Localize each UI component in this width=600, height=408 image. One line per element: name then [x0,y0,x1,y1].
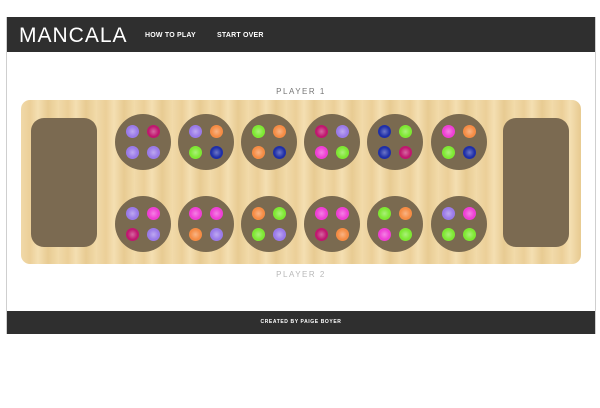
stone-pink [442,125,455,138]
stone-pink [378,228,391,241]
stone-magenta [126,228,139,241]
stone-green [378,207,391,220]
stone-orange [463,125,476,138]
header-bar: MANCALA HOW TO PLAY START OVER [7,17,595,52]
stone-magenta [315,125,328,138]
stone-pink [336,207,349,220]
pit-bottom-5[interactable] [367,196,423,252]
stone-purple [273,228,286,241]
stone-green [442,146,455,159]
stone-pink [189,207,202,220]
stone-navy [378,146,391,159]
stone-pink [315,146,328,159]
player-1-label: PLAYER 1 [276,87,326,96]
game-window: MANCALA HOW TO PLAY START OVER PLAYER 1 … [6,17,596,334]
stone-purple [336,125,349,138]
stone-purple [126,207,139,220]
footer-bar: CREATED BY PAIGE BOYER [7,311,595,334]
mancala-board [21,100,581,264]
stone-green [399,228,412,241]
pit-bottom-3[interactable] [241,196,297,252]
stone-orange [252,207,265,220]
stone-purple [147,146,160,159]
pit-top-2[interactable] [178,114,234,170]
stone-green [336,146,349,159]
stone-pink [315,207,328,220]
stone-green [252,228,265,241]
start-over-link[interactable]: START OVER [217,32,264,39]
stone-orange [399,207,412,220]
pit-top-5[interactable] [367,114,423,170]
stone-navy [463,146,476,159]
stone-orange [273,125,286,138]
player-2-label: PLAYER 2 [276,270,326,279]
stone-purple [442,207,455,220]
stone-pink [210,207,223,220]
store-left[interactable] [31,118,97,247]
how-to-play-link[interactable]: HOW TO PLAY [145,32,196,39]
footer-credit: CREATED BY PAIGE BOYER [260,319,342,325]
stone-purple [189,125,202,138]
store-right[interactable] [503,118,569,247]
pit-top-3[interactable] [241,114,297,170]
pit-bottom-1[interactable] [115,196,171,252]
stone-green [442,228,455,241]
pit-bottom-4[interactable] [304,196,360,252]
stone-green [252,125,265,138]
stone-purple [147,228,160,241]
stone-orange [210,125,223,138]
stone-navy [210,146,223,159]
pit-top-6[interactable] [431,114,487,170]
stone-pink [147,207,160,220]
stone-green [463,228,476,241]
stone-magenta [147,125,160,138]
stone-orange [336,228,349,241]
stone-navy [378,125,391,138]
stone-green [273,207,286,220]
stone-purple [210,228,223,241]
stone-orange [252,146,265,159]
pit-top-1[interactable] [115,114,171,170]
stone-magenta [315,228,328,241]
stone-magenta [399,146,412,159]
stone-green [399,125,412,138]
stone-pink [463,207,476,220]
stone-navy [273,146,286,159]
stone-orange [189,228,202,241]
stone-purple [126,146,139,159]
logo: MANCALA [19,24,128,47]
stone-purple [126,125,139,138]
pit-bottom-6[interactable] [431,196,487,252]
stone-green [189,146,202,159]
pit-top-4[interactable] [304,114,360,170]
pit-bottom-2[interactable] [178,196,234,252]
